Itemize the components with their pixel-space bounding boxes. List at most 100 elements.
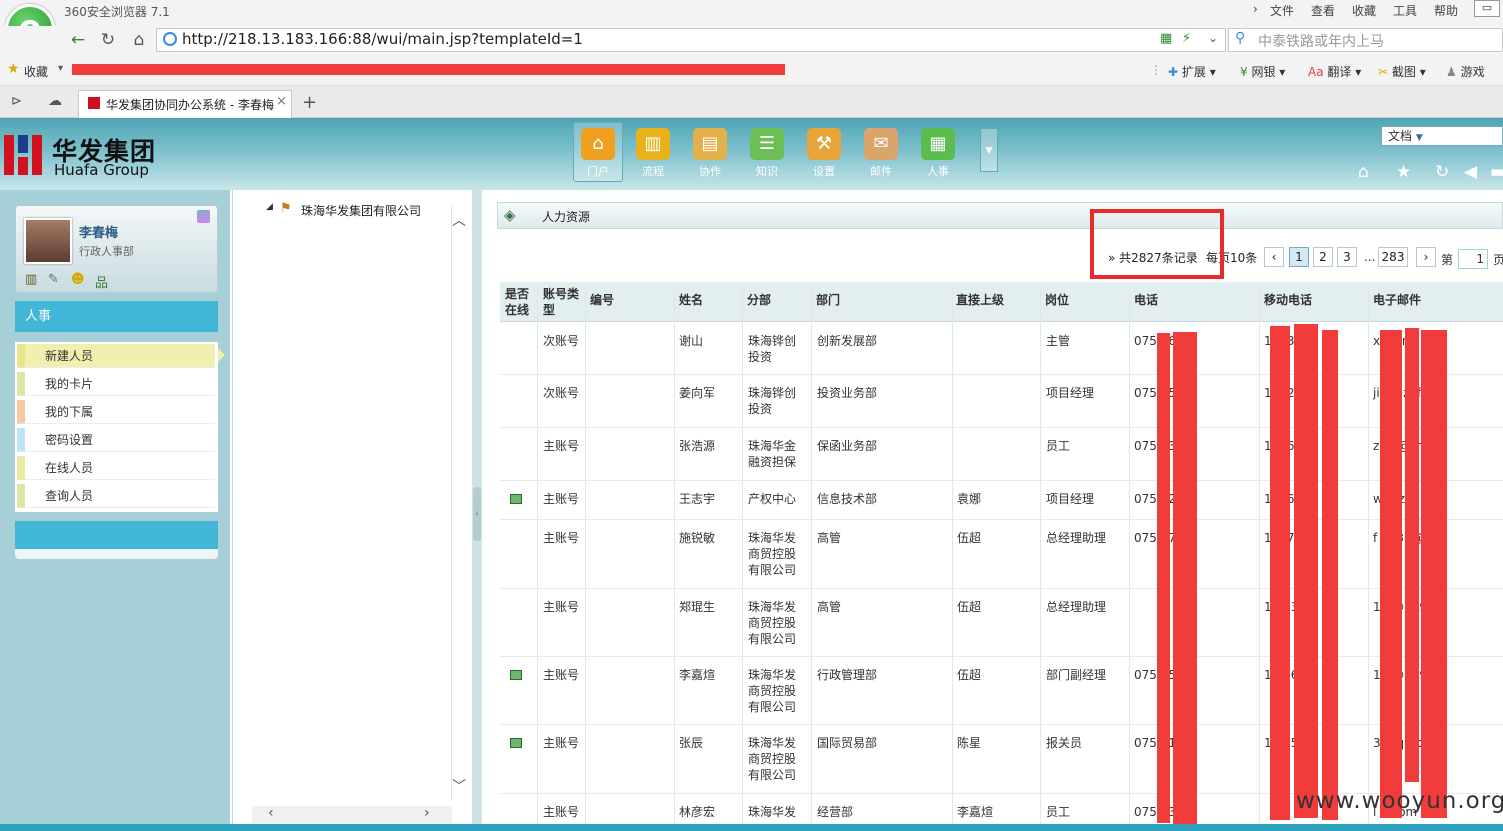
menu-new-person[interactable]: 新建人员 bbox=[17, 344, 215, 368]
cell-name[interactable]: 姜向军 bbox=[679, 385, 715, 401]
nav-portal[interactable]: ⌂ 门户 bbox=[572, 124, 624, 180]
theme-icon[interactable] bbox=[197, 210, 210, 223]
cell-branch: 商贸控股 bbox=[748, 547, 797, 561]
section-hr-header[interactable]: 人事 bbox=[15, 301, 218, 332]
page-last[interactable]: 283 bbox=[1378, 247, 1408, 267]
col-name[interactable]: 姓名 bbox=[679, 292, 703, 308]
nav-collab[interactable]: ▤ 协作 bbox=[684, 124, 736, 180]
games-button[interactable]: ♟ 游戏 bbox=[1446, 63, 1485, 80]
col-dept[interactable]: 部门 bbox=[816, 292, 840, 308]
chevron-left-icon[interactable]: ‹ bbox=[268, 805, 274, 821]
hr-menu: 新建人员 我的卡片 我的下属 密码设置 在线人员 查询人员 bbox=[15, 342, 218, 512]
menu-online-users[interactable]: 在线人员 bbox=[17, 456, 215, 480]
annotation-box bbox=[1090, 209, 1224, 279]
qr-icon[interactable]: ▦ bbox=[1160, 31, 1172, 46]
chevron-up-icon[interactable]: ︿ bbox=[452, 210, 466, 230]
menu-favorites[interactable]: 收藏 bbox=[1352, 2, 1376, 19]
back-icon[interactable]: ◀ bbox=[1464, 162, 1477, 182]
doc-type-select[interactable]: 文档 ▼ bbox=[1381, 126, 1503, 146]
chevron-down-icon[interactable]: ⌄ bbox=[1208, 31, 1218, 45]
menu-search-users[interactable]: 查询人员 bbox=[17, 484, 215, 508]
chevron-right-icon[interactable]: › bbox=[424, 805, 430, 821]
forward-icon[interactable]: ▬ bbox=[1490, 162, 1503, 182]
home-icon[interactable]: ⌂ bbox=[127, 28, 151, 52]
page-3[interactable]: 3 bbox=[1337, 247, 1357, 267]
cell-name[interactable]: 郑琨生 bbox=[679, 599, 715, 615]
cell-name[interactable]: 林彦宏 bbox=[679, 804, 715, 820]
sidebar-toggle-icon[interactable]: ⊳ bbox=[11, 94, 22, 109]
col-mobile[interactable]: 移动电话 bbox=[1264, 292, 1312, 308]
table-row bbox=[500, 323, 1503, 375]
cloud-icon[interactable]: ☁ bbox=[48, 93, 62, 109]
cell-dept: 投资业务部 bbox=[817, 386, 878, 400]
refresh-icon[interactable]: ↻ bbox=[1435, 162, 1449, 182]
cell-name[interactable]: 王志宇 bbox=[679, 491, 715, 507]
nav-settings[interactable]: ⚒ 设置 bbox=[798, 124, 850, 180]
col-phone[interactable]: 电话 bbox=[1134, 292, 1158, 308]
menu-tools[interactable]: 工具 bbox=[1393, 2, 1417, 19]
book-icon[interactable]: ▥ bbox=[25, 272, 37, 287]
new-tab-icon[interactable]: + bbox=[302, 92, 317, 113]
tree-expand-icon[interactable]: ◢ bbox=[266, 202, 273, 212]
cell-name[interactable]: 施锐敏 bbox=[679, 530, 715, 546]
menu-my-subordinates[interactable]: 我的下属 bbox=[17, 400, 215, 424]
avatar[interactable] bbox=[24, 218, 72, 264]
col-email[interactable]: 电子邮件 bbox=[1373, 292, 1421, 308]
col-post[interactable]: 岗位 bbox=[1045, 292, 1069, 308]
translate-label: 翻译 bbox=[1327, 65, 1352, 79]
cell-name[interactable]: 张浩源 bbox=[679, 438, 715, 454]
back-icon[interactable]: ← bbox=[66, 28, 90, 52]
badge-icon[interactable]: ☻ bbox=[71, 272, 85, 287]
star-icon[interactable]: ★ bbox=[1396, 162, 1411, 182]
nav-hr-label: 人事 bbox=[927, 165, 949, 178]
window-control-icon[interactable]: ▭ bbox=[1474, 0, 1500, 17]
cell-name[interactable]: 谢山 bbox=[679, 333, 703, 349]
watermark: www.wooyun.org bbox=[1296, 788, 1503, 814]
col-branch[interactable]: 分部 bbox=[747, 292, 771, 308]
nav-hr[interactable]: ▦ 人事 bbox=[912, 124, 964, 180]
cell-account-type: 主账号 bbox=[543, 600, 580, 614]
col-number[interactable]: 编号 bbox=[590, 292, 614, 308]
main-title-bar bbox=[497, 202, 1503, 229]
col-boss[interactable]: 直接上级 bbox=[956, 292, 1004, 308]
col-account-type[interactable]: 账号类型 bbox=[543, 286, 581, 318]
menu-my-card[interactable]: 我的卡片 bbox=[17, 372, 215, 396]
nav-mail[interactable]: ✉ 邮件 bbox=[855, 124, 907, 180]
translate-button[interactable]: Aa 翻译 ▾ bbox=[1308, 63, 1361, 80]
cell-name[interactable]: 张辰 bbox=[679, 735, 703, 751]
prev-page-icon[interactable]: ‹ bbox=[1264, 247, 1284, 267]
close-icon[interactable]: × bbox=[276, 94, 287, 109]
security-icon[interactable]: ⚡ bbox=[1182, 31, 1191, 46]
tree-root-node[interactable]: 珠海华发集团有限公司 bbox=[301, 202, 421, 219]
user-name[interactable]: 李春梅 bbox=[79, 222, 118, 241]
edit-icon[interactable]: ✎ bbox=[48, 272, 59, 287]
screenshot-button[interactable]: ✂ 截图 ▾ bbox=[1378, 63, 1426, 80]
org-chart-icon[interactable]: 品 bbox=[95, 272, 108, 291]
favorites-button[interactable]: 收藏 bbox=[24, 63, 48, 80]
page-1[interactable]: 1 bbox=[1289, 247, 1309, 267]
menu-file[interactable]: 文件 bbox=[1270, 2, 1294, 19]
menu-view[interactable]: 查看 bbox=[1311, 2, 1335, 19]
chevron-down-icon[interactable]: ▾ bbox=[58, 63, 63, 74]
nav-knowledge[interactable]: ☰ 知识 bbox=[741, 124, 793, 180]
extensions-button[interactable]: ✚ 扩展 ▾ bbox=[1168, 63, 1216, 80]
chevron-down-icon[interactable]: ﹀ bbox=[452, 776, 466, 796]
bank-button[interactable]: ¥ 网银 ▾ bbox=[1240, 63, 1285, 80]
refresh-icon[interactable]: ↻ bbox=[96, 28, 120, 52]
col-online[interactable]: 是否在线 bbox=[505, 286, 535, 318]
next-page-icon[interactable]: › bbox=[1416, 247, 1436, 267]
cell-branch: 有限公司 bbox=[748, 768, 797, 782]
table-row bbox=[500, 375, 1503, 428]
more-nav-button[interactable]: ▼ bbox=[980, 128, 998, 172]
nav-workflow[interactable]: ▥ 流程 bbox=[627, 124, 679, 180]
menu-help[interactable]: 帮助 bbox=[1434, 2, 1458, 19]
tree-horizontal-scrollbar[interactable] bbox=[252, 806, 452, 824]
cell-name[interactable]: 李嘉煊 bbox=[679, 667, 715, 683]
page-2[interactable]: 2 bbox=[1313, 247, 1333, 267]
collapse-handle-icon[interactable]: ‹ bbox=[473, 487, 481, 541]
url-text[interactable]: http://218.13.183.166:88/wui/main.jsp?te… bbox=[182, 30, 583, 48]
tree-vertical-scrollbar[interactable] bbox=[451, 205, 469, 800]
home-icon[interactable]: ⌂ bbox=[1358, 162, 1369, 182]
menu-password[interactable]: 密码设置 bbox=[17, 428, 215, 452]
goto-page-input[interactable]: 1 bbox=[1458, 249, 1488, 269]
